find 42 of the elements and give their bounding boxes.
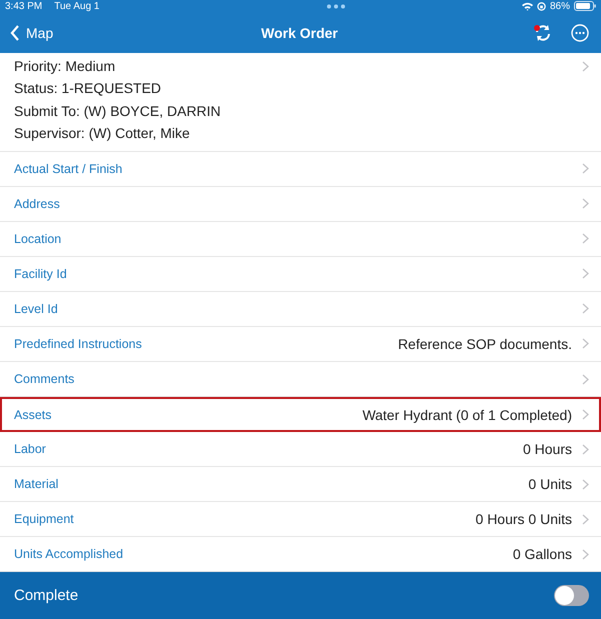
complete-toggle[interactable] xyxy=(554,585,589,606)
chevron-icon xyxy=(582,374,589,384)
summary-line: Priority: Medium xyxy=(14,56,116,76)
chevron-icon xyxy=(582,60,589,72)
chevron-icon xyxy=(582,233,589,244)
chevron-icon xyxy=(582,198,589,210)
detail-row[interactable]: Comments xyxy=(0,362,601,398)
detail-row[interactable]: Address xyxy=(0,186,601,222)
summary-line: Status: 1-REQUESTED xyxy=(14,79,162,98)
chevron-icon xyxy=(582,444,589,455)
chevron-icon xyxy=(582,409,589,420)
complete-label: Complete xyxy=(14,587,78,604)
detail-row[interactable]: Actual Start / Finish xyxy=(0,152,601,187)
wifi-icon xyxy=(522,2,533,11)
battery-icon xyxy=(574,1,596,12)
summary-line: Supervisor: (W) Cotter, Mike xyxy=(14,124,191,143)
sync-icon[interactable] xyxy=(533,24,553,42)
chevron-icon xyxy=(582,514,589,525)
back-chevron-icon xyxy=(10,24,20,41)
chevron-icon xyxy=(582,478,589,490)
battery-percent: 86% xyxy=(550,0,570,12)
status-date: Tue Aug 1 xyxy=(54,0,100,12)
more-icon[interactable] xyxy=(571,24,589,42)
detail-row[interactable]: Location xyxy=(0,222,601,257)
detail-row[interactable]: Facility Id xyxy=(0,256,601,292)
summary-line: Submit To: (W) BOYCE, DARRIN xyxy=(14,102,222,121)
chevron-icon xyxy=(582,303,589,314)
chevron-icon xyxy=(582,548,589,560)
detail-row[interactable]: Equipment 0 Hours 0 Units xyxy=(0,502,601,538)
page-title: Work Order xyxy=(260,24,339,41)
detail-row[interactable]: Predefined Instructions Reference SOP documents. xyxy=(0,326,601,362)
detail-row[interactable]: Level Id xyxy=(0,292,601,327)
orientation-lock-icon xyxy=(536,2,546,11)
detail-row[interactable]: Assets Water Hydrant (0 of 1 Completed) xyxy=(0,397,601,432)
chevron-icon xyxy=(582,163,589,174)
chevron-icon xyxy=(582,338,589,350)
status-time: 3:43 PM xyxy=(5,0,42,12)
back-button[interactable]: Map xyxy=(10,24,210,41)
detail-row[interactable]: Labor 0 Hours xyxy=(0,432,601,468)
chevron-icon xyxy=(582,268,589,280)
multitask-dots-icon xyxy=(326,4,346,9)
detail-row[interactable]: Material 0 Units xyxy=(0,467,601,502)
